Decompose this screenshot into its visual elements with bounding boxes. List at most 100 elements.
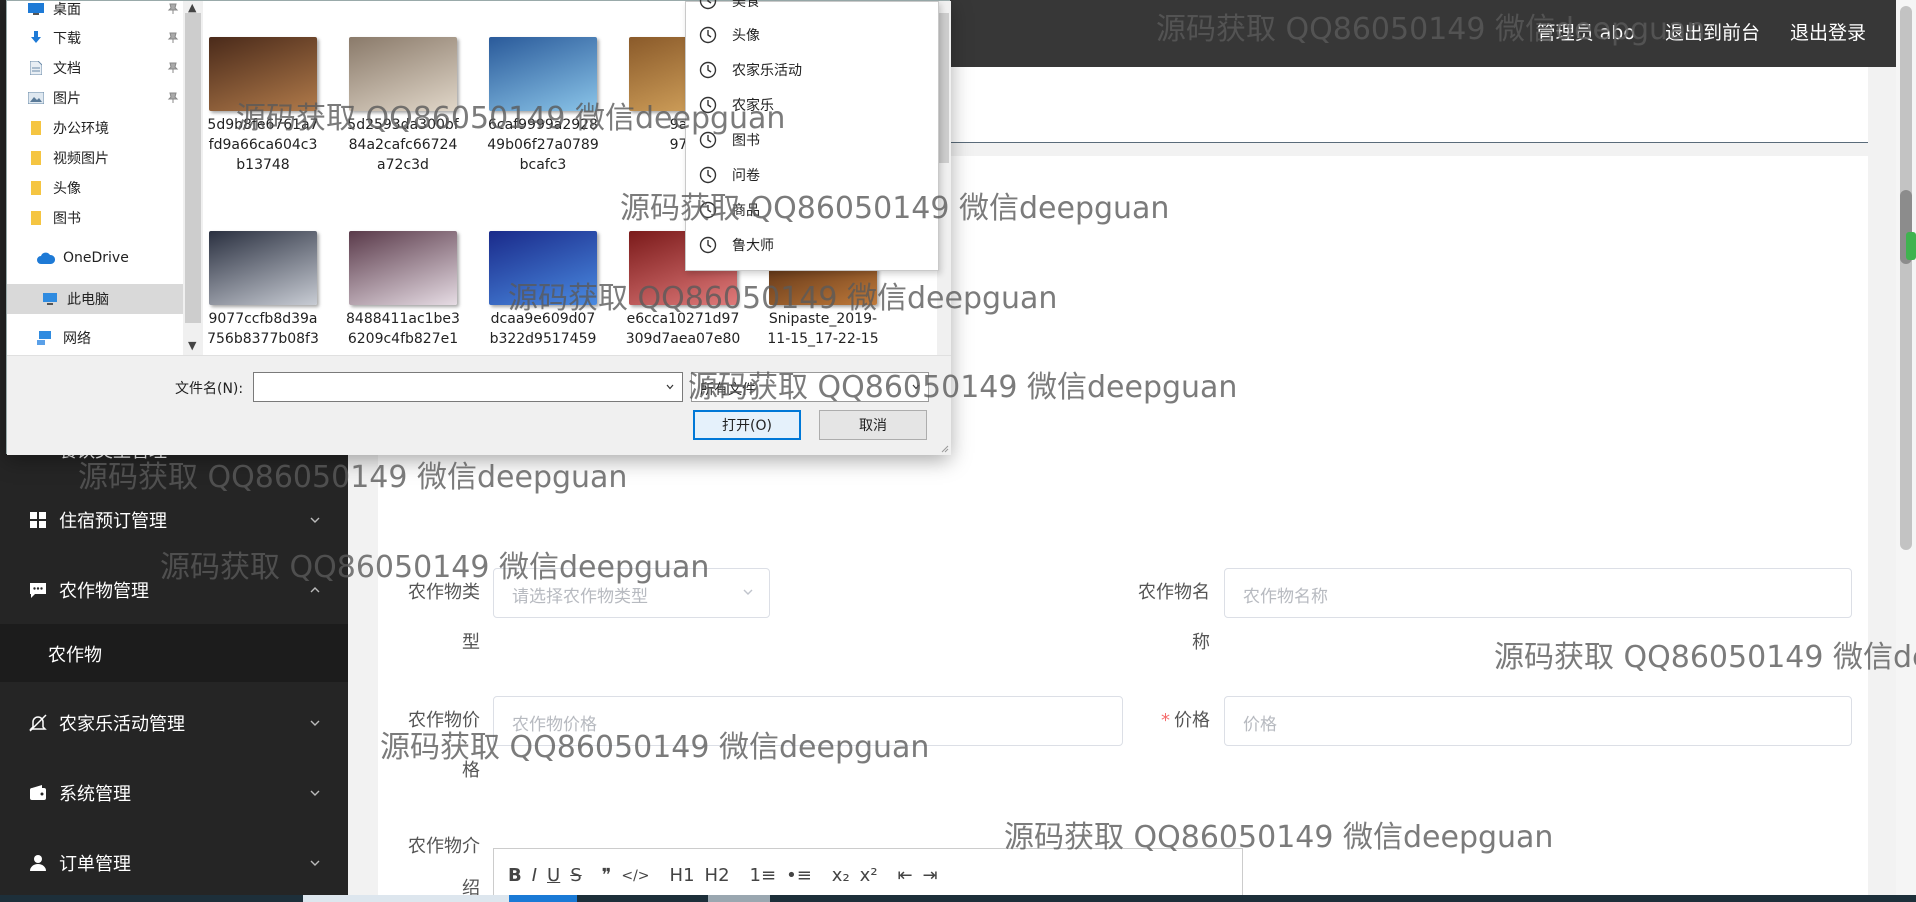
file-thumbnail (489, 37, 597, 111)
crop-price-input[interactable]: 农作物价格 (493, 696, 1123, 746)
scroll-down-icon[interactable]: ▼ (188, 339, 196, 352)
nav-item-office-env[interactable]: 办公环境 (27, 115, 109, 141)
file-name-line: dcaa9e609d07 (490, 311, 596, 327)
logout-link[interactable]: 退出登录 (1790, 18, 1866, 45)
nav-item-video-pictures[interactable]: 视频图片 (27, 145, 109, 171)
nav-scrollbar-thumb[interactable] (185, 13, 201, 323)
file-name-line: e6cca10271d97 (626, 311, 740, 327)
crop-type-select[interactable]: 请选择农作物类型 (493, 568, 770, 618)
file-thumbnail (349, 231, 457, 305)
nav-item-label: 文档 (53, 61, 81, 77)
sidebar-subitem-crops[interactable]: 农作物 (0, 624, 348, 682)
code-button[interactable]: </> (621, 859, 649, 893)
chevron-down-icon[interactable] (666, 383, 674, 391)
sidebar-item-lodging-booking[interactable]: 住宿预订管理 (0, 490, 348, 550)
sidebar-item-orders[interactable]: 订单管理 (0, 833, 348, 893)
file-thumbnail (209, 231, 317, 305)
sidebar-item-farm-activity[interactable]: 农家乐活动管理 (0, 693, 348, 753)
rich-text-toolbar: B I U S ❞ </> H1 H2 1≡ •≡ x₂ x² ⇤ ⇥ (493, 848, 1243, 902)
file-type-select[interactable]: 所有文件 (691, 372, 929, 402)
side-grip-handle[interactable] (1906, 232, 1916, 260)
nav-item-books[interactable]: 图书 (27, 205, 81, 231)
crop-type-label-cont: 型 (462, 632, 480, 653)
taskbar-app[interactable] (509, 895, 577, 902)
chat-icon (28, 580, 48, 600)
nav-scrollbar[interactable]: ▲ ▼ (183, 1, 203, 355)
page-scrollbar[interactable] (1896, 0, 1916, 902)
chevron-down-icon (310, 790, 320, 796)
superscript-button[interactable]: x² (860, 859, 878, 893)
crop-name-label: 农作物名 (1138, 582, 1210, 603)
file-name-line: 6209c4fb827e1 (347, 331, 459, 347)
nav-item-onedrive[interactable]: OneDrive (37, 245, 129, 271)
ordered-list-button[interactable]: 1≡ (750, 859, 777, 893)
file-list-scrollbar[interactable] (937, 1, 951, 355)
bullet-list-button[interactable]: •≡ (786, 859, 812, 893)
heading2-button[interactable]: H2 (705, 859, 730, 893)
taskbar (0, 895, 1916, 902)
strikethrough-button[interactable]: S (570, 859, 581, 893)
header-links: 管理员 abo 退出到前台 退出登录 (1537, 18, 1866, 45)
crop-name-label-cont: 称 (1192, 632, 1210, 653)
nav-item-avatar[interactable]: 头像 (27, 175, 81, 201)
nav-item-this-pc[interactable]: 此电脑 (41, 286, 109, 312)
file-name-line: 309d7aea07e80 (625, 331, 741, 347)
crop-name-placeholder: 农作物名称 (1243, 587, 1328, 607)
nav-item-label: 图书 (53, 211, 81, 227)
sidebar-item-crop-management[interactable]: 农作物管理 (0, 560, 348, 620)
page-scrollbar-thumb[interactable] (1900, 6, 1912, 550)
blockquote-button[interactable]: ❞ (602, 859, 612, 893)
open-button[interactable]: 打开(O) (693, 410, 801, 440)
history-item[interactable]: 美食 (698, 0, 760, 14)
history-item[interactable]: 农家乐活动 (698, 57, 802, 83)
chevron-down-icon (912, 384, 920, 390)
cloud-icon (37, 251, 55, 265)
bold-button[interactable]: B (508, 859, 522, 893)
crop-name-input[interactable]: 农作物名称 (1224, 568, 1852, 618)
outdent-button[interactable]: ⇤ (898, 859, 913, 893)
history-item[interactable]: 问卷 (698, 162, 760, 188)
sidebar-item-label: 订单管理 (59, 854, 131, 875)
file-item[interactable]: 6caf9999a2928 49b06f27a0789 bcafc3 (483, 37, 603, 175)
pin-icon (167, 92, 179, 103)
price-label: * 价格 (1161, 710, 1210, 731)
file-item[interactable]: 5d2593da300bf 84a2cafc66724 a72c3d (343, 37, 463, 175)
nav-item-desktop[interactable]: 桌面 (27, 0, 179, 22)
filename-input[interactable] (253, 372, 683, 402)
required-asterisk: * (1161, 710, 1170, 731)
back-to-frontend-link[interactable]: 退出到前台 (1665, 18, 1760, 45)
sidebar-item-system[interactable]: 系统管理 (0, 763, 348, 823)
nav-item-pictures[interactable]: 图片 (27, 85, 179, 111)
italic-button[interactable]: I (532, 859, 537, 893)
file-item[interactable]: dcaa9e609d07 b322d9517459 (483, 231, 603, 349)
history-item[interactable]: 头像 (698, 22, 760, 48)
taskbar-app[interactable] (708, 895, 770, 902)
nav-item-downloads[interactable]: 下载 (27, 25, 179, 51)
history-item[interactable]: 农家乐 (698, 92, 774, 118)
heading1-button[interactable]: H1 (670, 859, 695, 893)
file-item[interactable]: 8488411ac1be3 6209c4fb827e1 (343, 231, 463, 349)
history-icon (699, 0, 717, 10)
file-name-line: 8488411ac1be3 (346, 311, 460, 327)
user-icon (28, 853, 48, 873)
history-item[interactable]: 图书 (698, 127, 760, 153)
history-item[interactable]: 商品 (698, 197, 760, 223)
filename-label: 文件名(N): (175, 381, 244, 397)
file-open-dialog: 桌面 下载 文档 图片 办公环境 视频图片 头像 图书 OneDrive 此电脑… (6, 0, 951, 455)
price-input[interactable]: 价格 (1224, 696, 1852, 746)
file-item[interactable]: 5d9b8fe6761a7 fd9a66ca604c3 b13748 (203, 37, 323, 175)
resize-grip-icon[interactable] (939, 443, 949, 453)
history-icon (699, 236, 717, 254)
folder-icon (27, 151, 45, 165)
nav-item-network[interactable]: 网络 (37, 325, 91, 351)
file-list-scrollbar-thumb[interactable] (939, 13, 949, 163)
nav-item-documents[interactable]: 文档 (27, 55, 179, 81)
subscript-button[interactable]: x₂ (832, 859, 850, 893)
taskbar-active-app[interactable] (303, 895, 509, 902)
indent-button[interactable]: ⇥ (923, 859, 938, 893)
history-item[interactable]: 鲁大师 (698, 232, 774, 258)
chevron-down-icon (743, 589, 753, 595)
file-item[interactable]: 9077ccfb8d39a 756b8377b08f3 (203, 231, 323, 349)
cancel-button[interactable]: 取消 (819, 410, 927, 440)
underline-button[interactable]: U (547, 859, 560, 893)
